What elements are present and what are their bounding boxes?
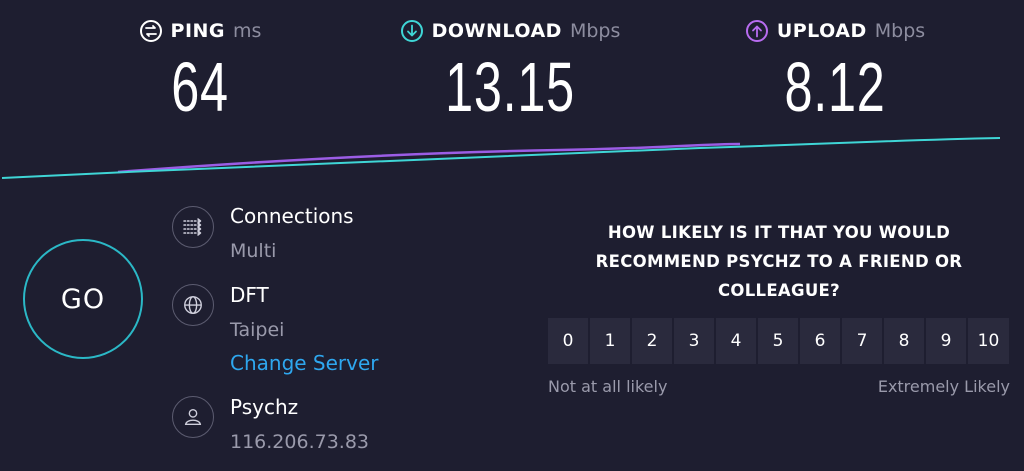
download-header: DOWNLOAD Mbps xyxy=(360,14,660,48)
connections-value: Multi xyxy=(230,240,277,262)
recommend-scale: 0 1 2 3 4 5 6 7 8 9 10 xyxy=(548,318,1009,364)
ping-metric: PING ms 64 xyxy=(110,14,290,122)
speed-graph xyxy=(1,137,1001,179)
upload-icon xyxy=(745,20,768,42)
scale-option-8[interactable]: 8 xyxy=(884,318,924,364)
go-button[interactable]: GO xyxy=(23,239,143,359)
upload-value: 8.12 xyxy=(784,48,886,126)
upload-header: UPLOAD Mbps xyxy=(710,14,960,48)
scale-option-3[interactable]: 3 xyxy=(674,318,714,364)
scale-option-7[interactable]: 7 xyxy=(842,318,882,364)
ping-unit: ms xyxy=(233,20,262,42)
scale-option-5[interactable]: 5 xyxy=(758,318,798,364)
scale-option-10[interactable]: 10 xyxy=(968,318,1009,364)
provider-ip: 116.206.73.83 xyxy=(230,431,370,453)
ping-label: PING xyxy=(170,20,226,42)
survey-question: HOW LIKELY IS IT THAT YOU WOULD RECOMMEN… xyxy=(595,223,963,300)
connections-title: Connections xyxy=(230,204,354,228)
ping-icon xyxy=(139,20,162,42)
go-label: GO xyxy=(60,283,106,315)
server-location: Taipei xyxy=(230,319,285,341)
download-value: 13.15 xyxy=(445,48,575,126)
download-unit: Mbps xyxy=(569,20,621,42)
upload-metric: UPLOAD Mbps 8.12 xyxy=(710,14,960,122)
change-server-link[interactable]: Change Server xyxy=(230,351,379,375)
scale-option-6[interactable]: 6 xyxy=(800,318,840,364)
connections-icon xyxy=(172,206,214,248)
scale-option-0[interactable]: 0 xyxy=(548,318,588,364)
upload-unit: Mbps xyxy=(874,20,926,42)
scale-high-label: Extremely Likely xyxy=(877,377,1010,396)
download-line xyxy=(1,137,1001,179)
upload-label: UPLOAD xyxy=(776,20,867,42)
scale-option-2[interactable]: 2 xyxy=(632,318,672,364)
scale-option-4[interactable]: 4 xyxy=(716,318,756,364)
ping-value: 64 xyxy=(171,48,229,126)
scale-option-1[interactable]: 1 xyxy=(590,318,630,364)
download-metric: DOWNLOAD Mbps 13.15 xyxy=(360,14,660,122)
download-label: DOWNLOAD xyxy=(431,20,562,42)
server-name: DFT xyxy=(230,283,269,307)
user-icon xyxy=(172,396,214,438)
provider-name: Psychz xyxy=(230,395,299,419)
scale-option-9[interactable]: 9 xyxy=(926,318,966,364)
scale-low-label: Not at all likely xyxy=(548,377,668,396)
speedtest-result-page: PING ms 64 DOWNLOAD Mbps 13.15 UPLOAD Mb… xyxy=(0,0,1024,471)
ping-header: PING ms xyxy=(110,14,290,48)
download-icon xyxy=(400,20,423,42)
globe-icon xyxy=(172,284,214,326)
